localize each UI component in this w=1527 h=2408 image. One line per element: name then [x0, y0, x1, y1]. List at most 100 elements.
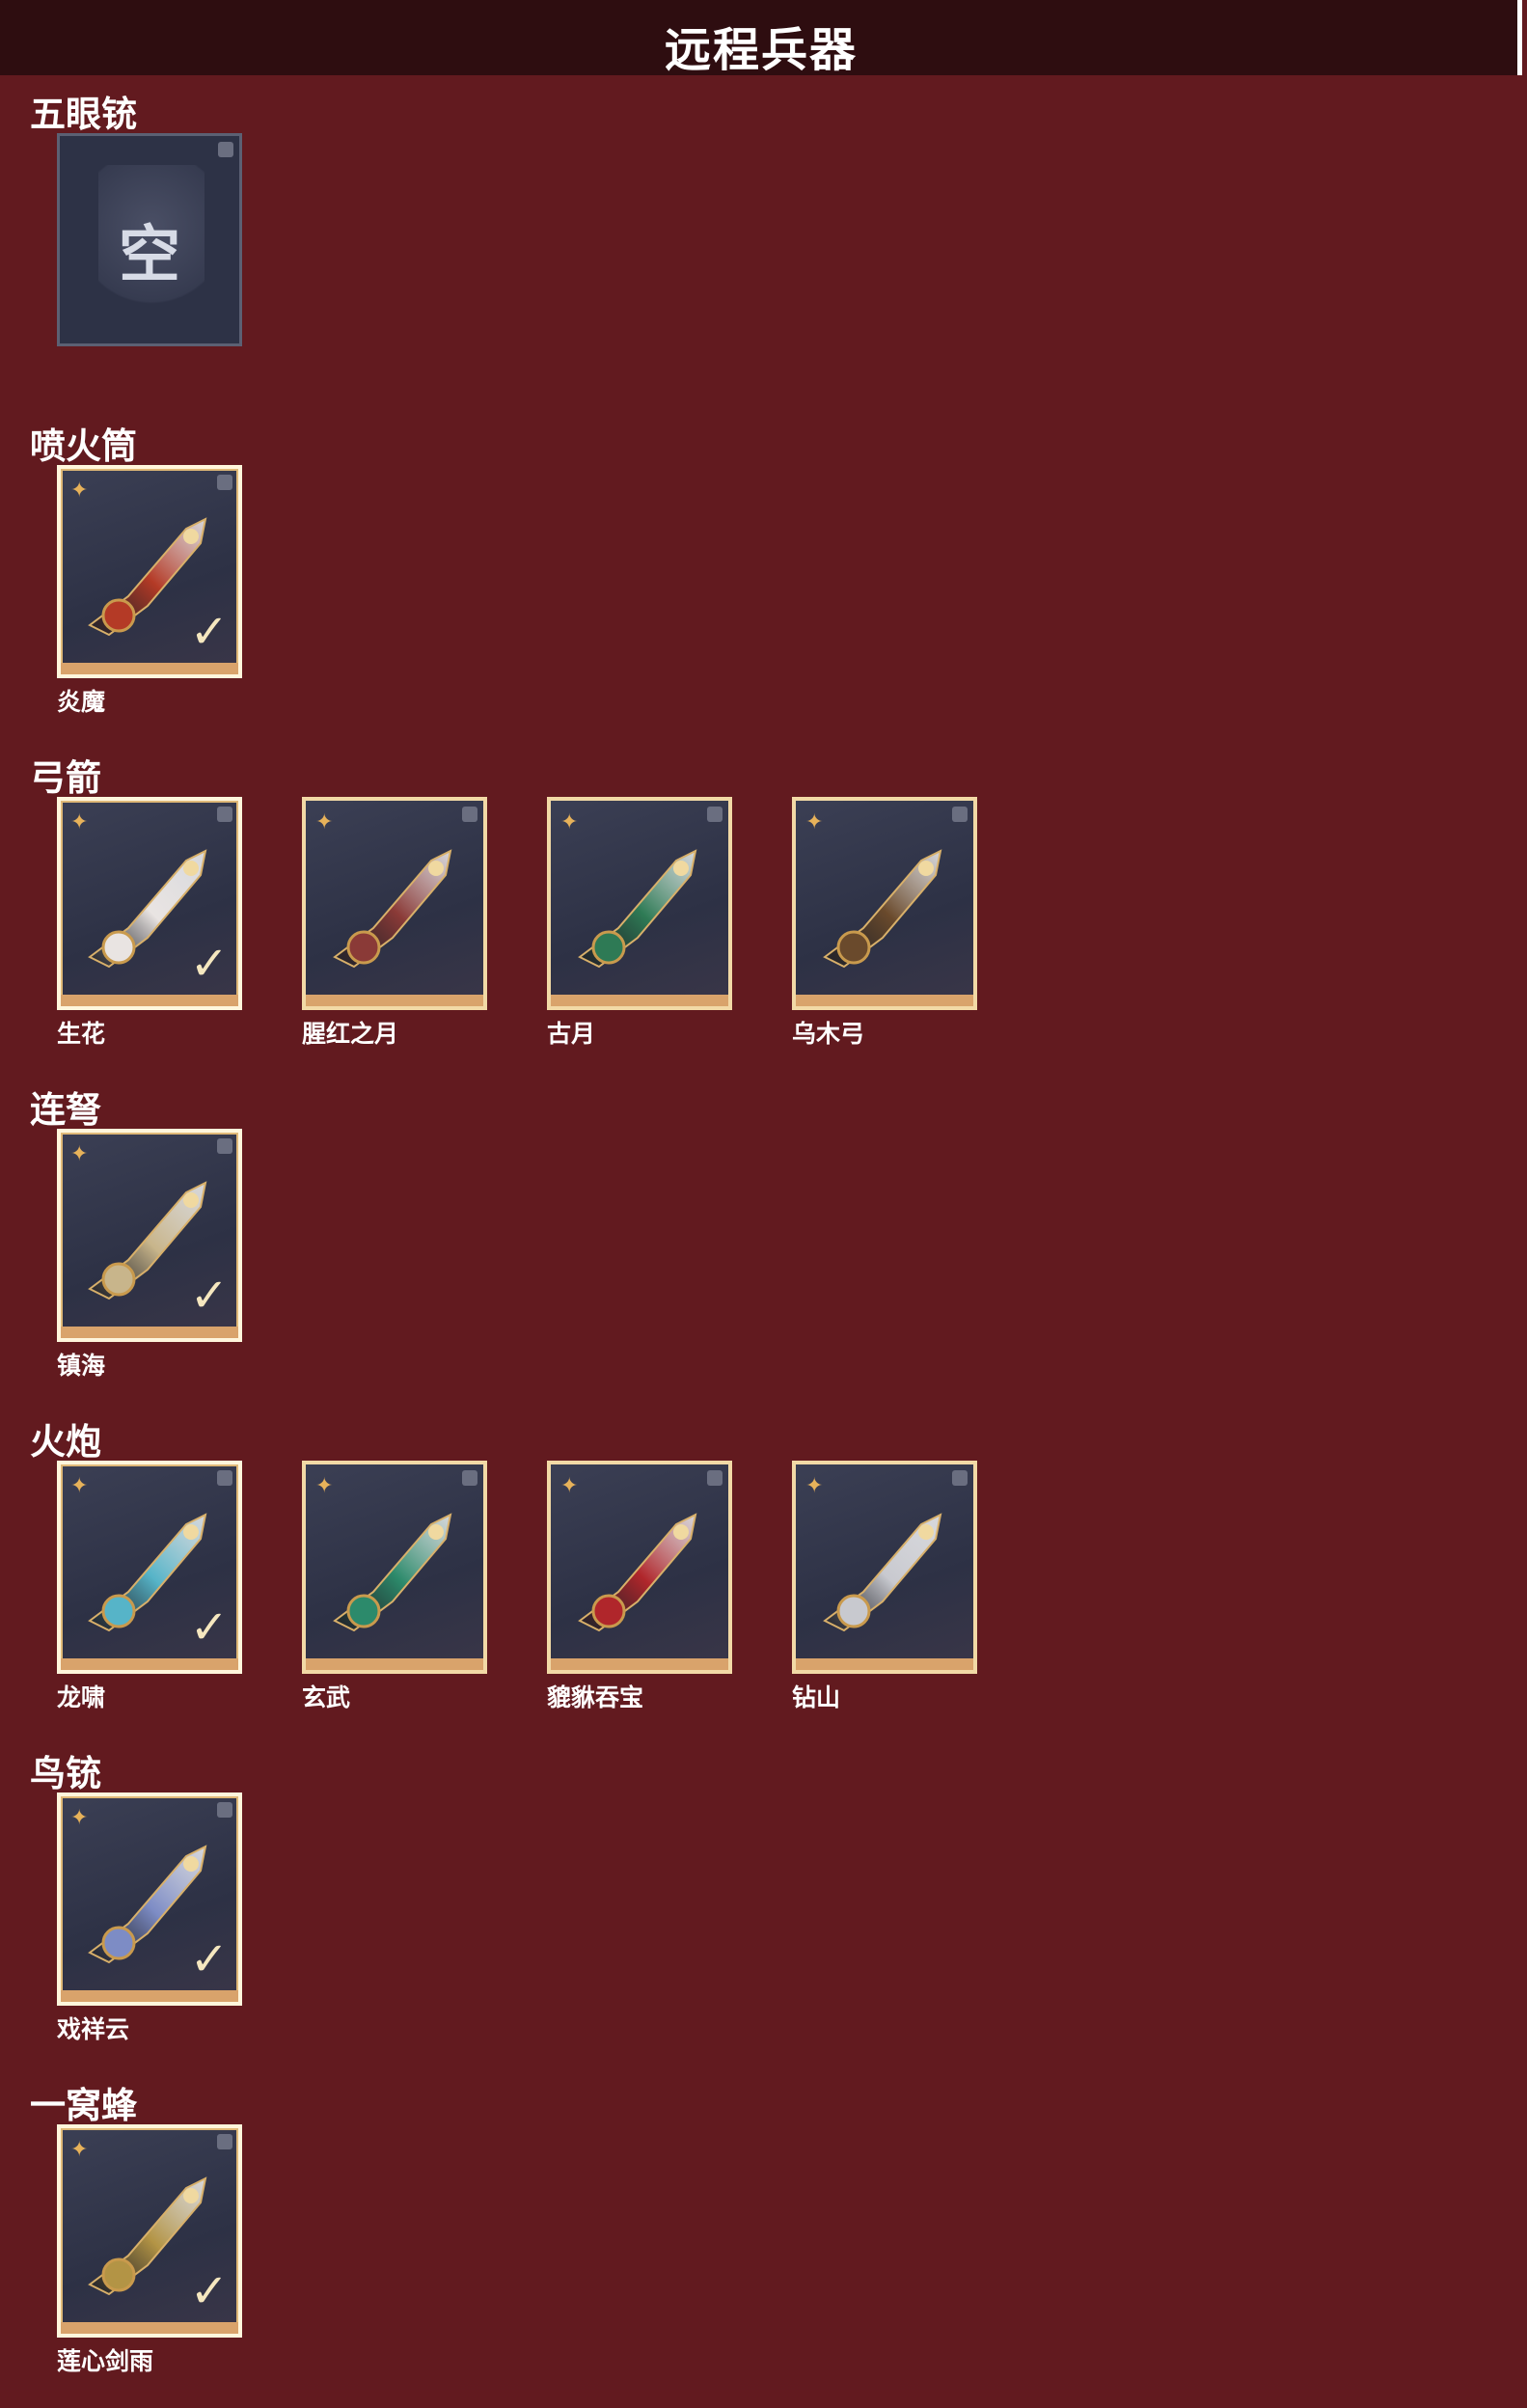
weapon-card[interactable]: ✦ 古月	[547, 797, 736, 1048]
corner-tag-icon	[217, 1138, 232, 1154]
card-bottom-strip	[61, 995, 238, 1006]
corner-tag-icon	[218, 142, 233, 157]
rarity-star-icon: ✦	[315, 1474, 334, 1498]
empty-slot[interactable]: 空	[57, 133, 242, 346]
corner-tag-icon	[217, 807, 232, 822]
section-title: 火炮	[30, 1421, 101, 1463]
weapon-card[interactable]: ✦ ✓ 镇海	[57, 1129, 246, 1380]
rarity-star-icon: ✦	[560, 1474, 579, 1498]
weapon-card[interactable]: ✦ ✓ 炎魔	[57, 465, 246, 716]
scrollbar[interactable]	[1517, 0, 1522, 75]
weapon-name: 炎魔	[57, 688, 106, 716]
weapon-art-icon	[560, 1486, 724, 1650]
card-bottom-strip	[61, 663, 238, 674]
weapon-card[interactable]: ✦ 玄武	[302, 1461, 491, 1711]
section-title: 弓箭	[30, 757, 101, 799]
weapon-name: 龙啸	[57, 1683, 106, 1711]
card-bottom-strip	[796, 995, 973, 1006]
weapon-card[interactable]: ✦ 貔貅吞宝	[547, 1461, 736, 1711]
weapon-section: 连弩 ✦ ✓ 镇海	[0, 1081, 1527, 1412]
rarity-star-icon: ✦	[70, 1142, 89, 1166]
weapon-card[interactable]: ✦ 乌木弓	[792, 797, 981, 1048]
card-frame: ✦	[302, 1461, 487, 1674]
corner-tag-icon	[707, 807, 723, 822]
card-frame: ✦ ✓	[57, 1129, 242, 1342]
weapon-section: 火炮 ✦ ✓ 龙啸 ✦ 玄武 ✦ 貔貅吞宝 ✦ 钻山	[0, 1412, 1527, 1744]
corner-tag-icon	[217, 2134, 232, 2149]
rarity-star-icon: ✦	[805, 1474, 824, 1498]
weapon-card[interactable]: ✦ ✓ 戏祥云	[57, 1792, 246, 2043]
weapon-name: 莲心剑雨	[57, 2347, 154, 2375]
card-frame: ✦	[547, 1461, 732, 1674]
section-title: 五眼铳	[30, 94, 137, 135]
weapon-section: 喷火筒 ✦ ✓ 炎魔	[0, 417, 1527, 749]
weapon-name: 生花	[57, 1020, 106, 1048]
rarity-star-icon: ✦	[560, 810, 579, 835]
rarity-star-icon: ✦	[70, 479, 89, 503]
rarity-star-icon: ✦	[70, 1806, 89, 1830]
weapon-section: 一窝蜂 ✦ ✓ 莲心剑雨	[0, 2076, 1527, 2408]
weapon-name: 古月	[547, 1020, 596, 1048]
corner-tag-icon	[952, 1470, 968, 1486]
card-bottom-strip	[306, 995, 483, 1006]
card-frame: ✦	[547, 797, 732, 1010]
card-bottom-strip	[796, 1658, 973, 1670]
weapon-card[interactable]: ✦ ✓ 莲心剑雨	[57, 2124, 246, 2375]
corner-tag-icon	[707, 1470, 723, 1486]
card-bottom-strip	[61, 2322, 238, 2334]
weapon-section: 鸟铳 ✦ ✓ 戏祥云	[0, 1744, 1527, 2076]
section-title: 鸟铳	[30, 1753, 101, 1794]
card-frame: ✦ ✓	[57, 2124, 242, 2338]
owned-check-icon: ✓	[189, 605, 229, 659]
weapon-art-icon	[805, 822, 969, 986]
card-frame: ✦ ✓	[57, 797, 242, 1010]
weapon-section: 弓箭 ✦ ✓ 生花 ✦ 腥红之月 ✦ 古月 ✦ 乌木弓	[0, 749, 1527, 1081]
card-bottom-strip	[551, 995, 728, 1006]
weapon-name: 乌木弓	[792, 1020, 865, 1048]
empty-slot-text: 空	[119, 220, 180, 291]
card-frame: ✦ ✓	[57, 1792, 242, 2006]
section-title: 一窝蜂	[30, 2085, 137, 2126]
card-frame: ✦	[792, 1461, 977, 1674]
weapon-art-icon	[315, 822, 479, 986]
weapon-card[interactable]: ✦ 钻山	[792, 1461, 981, 1711]
weapon-name: 戏祥云	[57, 2015, 130, 2043]
corner-tag-icon	[462, 1470, 477, 1486]
card-bottom-strip	[306, 1658, 483, 1670]
corner-tag-icon	[217, 475, 232, 490]
owned-check-icon: ✓	[189, 1269, 229, 1323]
owned-check-icon: ✓	[189, 1932, 229, 1986]
page-title: 远程兵器	[664, 23, 858, 77]
weapon-art-icon	[315, 1486, 479, 1650]
rarity-star-icon: ✦	[70, 810, 89, 835]
weapon-name: 钻山	[792, 1683, 841, 1711]
section-title: 连弩	[30, 1089, 101, 1131]
card-frame: ✦	[792, 797, 977, 1010]
weapon-name: 貔貅吞宝	[547, 1683, 644, 1711]
corner-tag-icon	[217, 1470, 232, 1486]
rarity-star-icon: ✦	[70, 1474, 89, 1498]
weapon-name: 玄武	[302, 1683, 351, 1711]
rarity-star-icon: ✦	[70, 2138, 89, 2162]
weapon-card[interactable]: ✦ ✓ 龙啸	[57, 1461, 246, 1711]
card-bottom-strip	[551, 1658, 728, 1670]
weapon-name: 镇海	[57, 1352, 106, 1380]
owned-check-icon: ✓	[189, 937, 229, 991]
weapon-name: 腥红之月	[302, 1020, 399, 1048]
card-frame: ✦ ✓	[57, 1461, 242, 1674]
weapon-card[interactable]: ✦ 腥红之月	[302, 797, 491, 1048]
card-bottom-strip	[61, 1990, 238, 2002]
header-bar: 远程兵器	[0, 0, 1522, 77]
weapon-card[interactable]: ✦ ✓ 生花	[57, 797, 246, 1048]
card-bottom-strip	[61, 1327, 238, 1338]
corner-tag-icon	[462, 807, 477, 822]
weapon-section: 五眼铳空	[0, 85, 1527, 417]
section-title: 喷火筒	[30, 425, 137, 467]
card-bottom-strip	[61, 1658, 238, 1670]
rarity-star-icon: ✦	[315, 810, 334, 835]
weapon-card[interactable]: 空	[57, 133, 246, 374]
corner-tag-icon	[952, 807, 968, 822]
card-frame: ✦	[302, 797, 487, 1010]
weapon-art-icon	[805, 1486, 969, 1650]
card-frame: ✦ ✓	[57, 465, 242, 678]
